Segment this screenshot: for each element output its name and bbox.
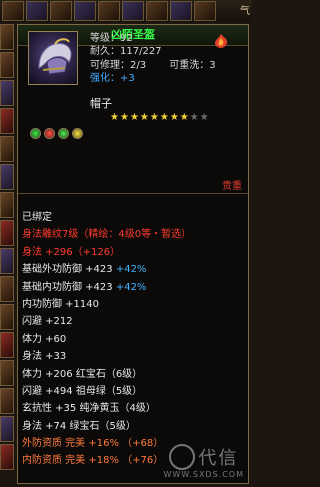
stat-line: 身法 +74 绿宝石（5级）	[22, 420, 136, 432]
inventory-slot[interactable]	[0, 80, 14, 106]
item-slot[interactable]	[122, 1, 144, 21]
inventory-slot[interactable]	[0, 416, 14, 442]
left-inventory-column	[0, 24, 16, 487]
star-icon: ★	[129, 112, 139, 123]
enhance-label: 强化：	[90, 72, 120, 84]
stat-line: 体力 +206 红宝石（6级）	[22, 368, 143, 380]
divider	[18, 193, 248, 194]
inventory-slot[interactable]	[0, 52, 14, 78]
inventory-slot[interactable]	[0, 444, 14, 470]
stat-line: 内功防御 +1140	[22, 298, 100, 310]
inventory-slot[interactable]	[0, 220, 14, 246]
top-bar-label: 气	[240, 6, 250, 17]
stat-line: 闪避 +212	[22, 316, 73, 328]
inventory-slot[interactable]	[0, 164, 14, 190]
item-slot[interactable]	[2, 1, 24, 21]
star-icon: ★	[179, 112, 189, 123]
item-slot[interactable]	[146, 1, 168, 21]
inventory-slot[interactable]	[0, 388, 14, 414]
stat-line: 玄抗性 +35 纯净黄玉（4级）	[22, 403, 156, 415]
item-name: 帽子	[90, 97, 112, 110]
star-icon: ★	[169, 112, 179, 123]
item-slot[interactable]	[50, 1, 72, 21]
item-slot[interactable]	[98, 1, 120, 21]
top-item-bar: 气	[0, 0, 252, 22]
inventory-slot[interactable]	[0, 304, 14, 330]
socket-gem-yellow	[72, 128, 83, 139]
star-icon: ★	[189, 112, 199, 123]
item-slot[interactable]	[194, 1, 216, 21]
flame-gem-icon	[215, 34, 228, 48]
star-icon: ★	[110, 112, 119, 123]
star-icon: ★	[199, 112, 209, 123]
item-slot[interactable]	[26, 1, 48, 21]
watermark-url: WWW.SXDS.COM	[163, 470, 244, 479]
item-durability: 耐久：117/227	[90, 46, 162, 58]
watermark-logo-icon	[169, 444, 196, 470]
stat-line: 身法 +296（+126）	[22, 246, 121, 258]
inventory-slot[interactable]	[0, 332, 14, 358]
item-repairable: 可修理：2/3	[90, 59, 147, 71]
inventory-slot[interactable]	[0, 192, 14, 218]
star-icon: ★	[149, 112, 159, 123]
gem-sockets	[30, 128, 83, 139]
inventory-slot[interactable]	[0, 248, 14, 274]
stat-line: 闪避 +494 祖母绿（5级）	[22, 385, 143, 397]
inventory-slot[interactable]	[0, 108, 14, 134]
socket-gem-green	[58, 128, 69, 139]
item-slot[interactable]	[170, 1, 192, 21]
item-slot[interactable]	[74, 1, 96, 21]
stat-lines: 已绑定身法雕纹7级（精绘：4级0等・暂选） 身法 +296（+126） 基础外功防御…	[22, 209, 248, 470]
watermark: 代信 WWW.SXDS.COM	[164, 444, 244, 479]
valuable-tag: 贵重	[222, 181, 242, 192]
stat-line: 身法 +33	[22, 351, 67, 363]
inventory-slot[interactable]	[0, 360, 14, 386]
star-icon: ★	[119, 112, 129, 123]
item-level: 等级：92	[90, 33, 133, 44]
inventory-slot[interactable]	[0, 24, 14, 50]
inventory-slot[interactable]	[0, 276, 14, 302]
star-rating: ★ ★ ★ ★ ★ ★ ★ ★ ★ ★	[110, 113, 209, 123]
star-icon: ★	[159, 112, 169, 123]
stat-line: 身法雕纹7级（精绘：4级0等・暂选）	[22, 229, 192, 241]
watermark-text: 代信	[198, 448, 239, 469]
star-icon: ★	[139, 112, 149, 123]
enhance-value: +3	[120, 72, 135, 84]
stat-line: 体力 +60	[22, 333, 67, 345]
helmet-icon	[28, 31, 78, 85]
stat-line: 基础外功防御 +423 +42%	[22, 264, 147, 276]
socket-gem-red	[44, 128, 55, 139]
socket-gem-green	[30, 128, 41, 139]
stat-line: 已绑定	[22, 212, 52, 223]
item-rewash: 可重洗：3	[169, 59, 216, 71]
item-info: 等级：92 耐久：117/227 可修理：2/3 可重洗：3 强化：+3	[90, 32, 216, 85]
stat-line: 基础内功防御 +423 +42%	[22, 281, 147, 293]
item-tooltip: 凶陌圣盔 等级：92 耐久：117/227 可修理：2/3 可重洗：3 强化：+…	[17, 24, 249, 484]
inventory-slot[interactable]	[0, 136, 14, 162]
